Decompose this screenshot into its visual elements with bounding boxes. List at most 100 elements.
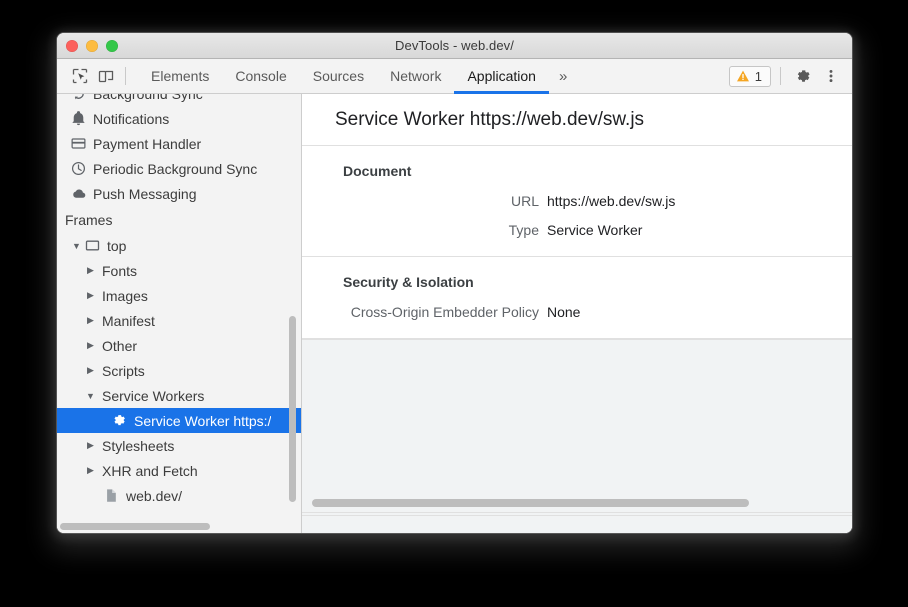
sidebar-item-push-messaging[interactable]: Push Messaging	[57, 181, 301, 206]
inspect-element-icon[interactable]	[67, 63, 93, 89]
main-panel: Service Worker https://web.dev/sw.js Doc…	[302, 94, 852, 533]
page-title: Service Worker https://web.dev/sw.js	[302, 94, 852, 146]
window-controls	[66, 33, 118, 58]
sidebar-item-label: Push Messaging	[93, 186, 197, 202]
sidebar-item-label: Service Workers	[102, 388, 204, 404]
sidebar-item-payment-handler[interactable]: Payment Handler	[57, 131, 301, 156]
field-value: None	[547, 304, 580, 320]
panel-divider	[302, 512, 852, 513]
sidebar-item-stylesheets[interactable]: ▶ Stylesheets	[57, 433, 301, 458]
sync-icon	[70, 94, 87, 102]
sidebar-item-images[interactable]: ▶ Images	[57, 283, 301, 308]
tab-label: Network	[390, 68, 441, 84]
chevron-right-icon[interactable]: ▶	[85, 265, 96, 276]
gear-icon	[111, 412, 128, 429]
section-title: Security & Isolation	[302, 274, 852, 290]
tab-label: Sources	[313, 68, 364, 84]
field-key: Type	[302, 222, 547, 238]
field-type: Type Service Worker	[302, 222, 852, 238]
devtools-window: DevTools - web.dev/ Elements	[57, 33, 852, 533]
warning-count: 1	[755, 69, 762, 84]
chevron-down-icon[interactable]: ▼	[71, 241, 82, 251]
application-sidebar[interactable]: Background Sync Notifications	[57, 94, 302, 533]
sidebar-item-label: Fonts	[102, 263, 137, 279]
sidebar-item-label: Payment Handler	[93, 136, 201, 152]
field-value: Service Worker	[547, 222, 642, 238]
toolbar-right-group: 1	[729, 63, 844, 89]
tab-elements[interactable]: Elements	[138, 59, 222, 94]
section-title: Document	[302, 163, 852, 179]
sidebar-item-label: top	[107, 238, 126, 254]
sidebar-item-service-worker-selected[interactable]: Service Worker https:/	[57, 408, 301, 433]
warning-badge[interactable]: 1	[729, 66, 771, 87]
main-horizontal-scrollbar[interactable]	[312, 499, 749, 507]
sidebar-item-label: Images	[102, 288, 148, 304]
document-section: Document URL https://web.dev/sw.js Type …	[302, 146, 852, 257]
sidebar-item-label: Service Worker https:/	[134, 413, 271, 429]
sidebar-horizontal-scrollbar[interactable]	[60, 523, 210, 530]
panel-divider-2	[302, 515, 852, 516]
sidebar-item-periodic-background-sync[interactable]: Periodic Background Sync	[57, 156, 301, 181]
sidebar-item-label: Periodic Background Sync	[93, 161, 257, 177]
tab-network[interactable]: Network	[377, 59, 454, 94]
warning-triangle-icon	[736, 69, 750, 83]
sidebar-item-label: Manifest	[102, 313, 155, 329]
field-key: URL	[302, 193, 547, 209]
chevron-right-icon[interactable]: ▶	[85, 465, 96, 476]
main-empty-area	[302, 339, 852, 533]
sidebar-item-scripts[interactable]: ▶ Scripts	[57, 358, 301, 383]
frames-section-title: Frames	[57, 206, 301, 233]
sidebar-item-xhr-and-fetch[interactable]: ▶ XHR and Fetch	[57, 458, 301, 483]
field-key: Cross-Origin Embedder Policy	[302, 304, 547, 320]
frame-icon	[84, 237, 101, 254]
chevron-down-icon[interactable]: ▼	[85, 391, 96, 401]
sidebar-item-top[interactable]: ▼ top	[57, 233, 301, 258]
document-icon	[103, 487, 120, 504]
device-toolbar-icon[interactable]	[93, 63, 119, 89]
devtools-body: Background Sync Notifications	[57, 94, 852, 533]
chevron-right-icon[interactable]: ▶	[85, 290, 96, 301]
sidebar-item-label: Notifications	[93, 111, 169, 127]
gear-icon[interactable]	[790, 63, 816, 89]
field-value: https://web.dev/sw.js	[547, 193, 675, 209]
tab-label: Elements	[151, 68, 209, 84]
toolbar-divider	[125, 67, 126, 85]
sidebar-item-label: Scripts	[102, 363, 145, 379]
credit-card-icon	[70, 135, 87, 152]
window-title: DevTools - web.dev/	[57, 38, 852, 53]
sidebar-item-notifications[interactable]: Notifications	[57, 106, 301, 131]
sidebar-item-label: web.dev/	[126, 488, 182, 504]
panel-tabs: Elements Console Sources Network Applica…	[138, 59, 577, 94]
close-button[interactable]	[66, 40, 78, 52]
chevron-right-icon[interactable]: ▶	[85, 315, 96, 326]
sidebar-item-label: Background Sync	[93, 94, 203, 102]
kebab-menu-icon[interactable]	[818, 63, 844, 89]
sidebar-item-background-sync[interactable]: Background Sync	[57, 94, 301, 106]
sidebar-item-label: XHR and Fetch	[102, 463, 198, 479]
cloud-icon	[70, 185, 87, 202]
tab-console[interactable]: Console	[222, 59, 299, 94]
sidebar-item-other[interactable]: ▶ Other	[57, 333, 301, 358]
sidebar-item-web-dev-document[interactable]: web.dev/	[57, 483, 301, 508]
tab-application[interactable]: Application	[454, 59, 549, 94]
field-url: URL https://web.dev/sw.js	[302, 193, 852, 209]
sidebar-item-label: Other	[102, 338, 137, 354]
maximize-button[interactable]	[106, 40, 118, 52]
sidebar-item-manifest[interactable]: ▶ Manifest	[57, 308, 301, 333]
sidebar-item-service-workers[interactable]: ▼ Service Workers	[57, 383, 301, 408]
minimize-button[interactable]	[86, 40, 98, 52]
sidebar-scroll-content: Background Sync Notifications	[57, 94, 301, 533]
chevron-right-icon[interactable]: ▶	[85, 340, 96, 351]
sidebar-vertical-scrollbar[interactable]	[289, 316, 296, 502]
tab-label: Console	[235, 68, 286, 84]
chevron-right-icon[interactable]: ▶	[85, 440, 96, 451]
chevron-right-icon[interactable]: ▶	[85, 365, 96, 376]
sidebar-item-fonts[interactable]: ▶ Fonts	[57, 258, 301, 283]
clock-icon	[70, 160, 87, 177]
tab-sources[interactable]: Sources	[300, 59, 377, 94]
field-cross-origin-embedder-policy: Cross-Origin Embedder Policy None	[302, 304, 852, 320]
more-tabs-icon[interactable]: »	[549, 59, 577, 94]
security-isolation-section: Security & Isolation Cross-Origin Embedd…	[302, 257, 852, 339]
bell-icon	[70, 110, 87, 127]
screenshot-root: DevTools - web.dev/ Elements	[0, 0, 908, 607]
